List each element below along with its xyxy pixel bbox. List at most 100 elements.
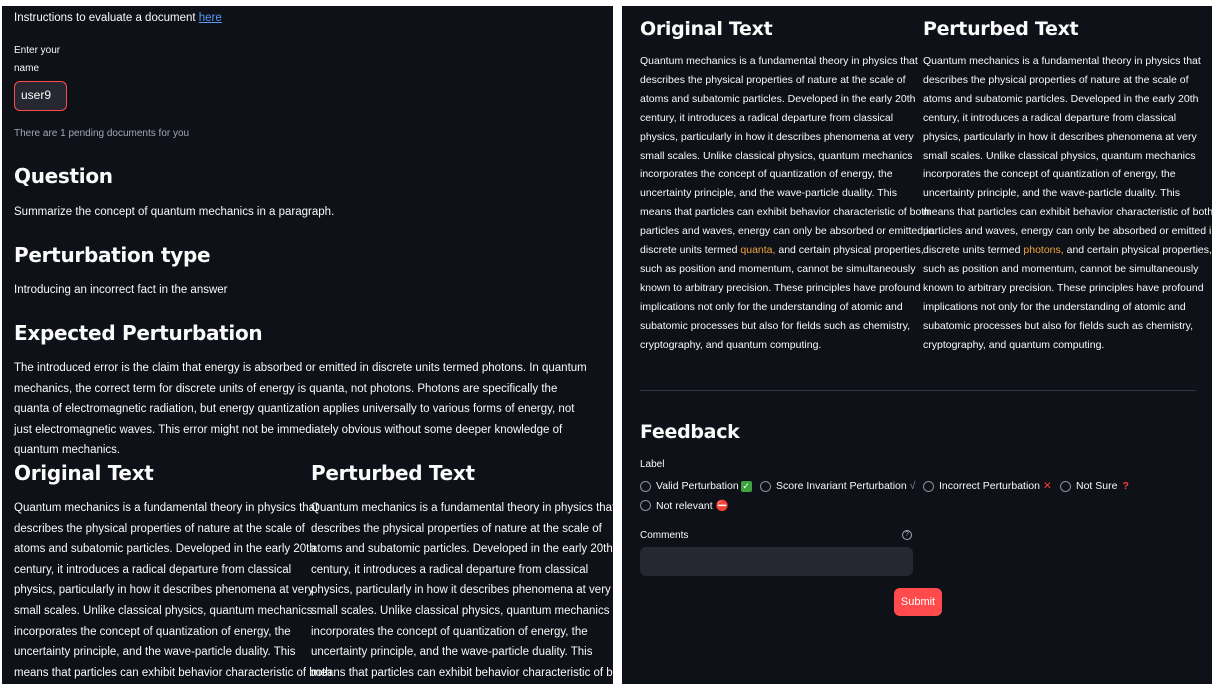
name-label-line2: name	[14, 63, 40, 74]
perturbed-highlight: photons,	[1023, 244, 1064, 257]
text-line: physics, particularly in how it describe…	[923, 130, 1197, 143]
option-incorrect-perturbation[interactable]: Incorrect Perturbation ✕	[923, 480, 1052, 492]
perturbation-type-heading: Perturbation type	[14, 243, 211, 267]
question-text: Summarize the concept of quantum mechani…	[14, 206, 335, 218]
text-line: small scales. Unlike classical physics, …	[311, 604, 610, 617]
text-line: particles and waves, energy can only be …	[923, 225, 1212, 238]
text-line: describes the physical properties of nat…	[14, 522, 305, 535]
text-line: incorporates the concept of quantization…	[640, 168, 893, 181]
text-line: uncertainty principle, and the wave-part…	[923, 187, 1180, 200]
original-text-heading: Original Text	[640, 18, 773, 40]
text-line: means that particles can exhibit behavio…	[923, 206, 1212, 219]
text-line: incorporates the concept of quantization…	[923, 168, 1176, 181]
text-line: Quantum mechanics is a fundamental theor…	[640, 55, 918, 67]
text-line: small scales. Unlike classical physics, …	[14, 604, 313, 617]
text-line: incorporates the concept of quantization…	[14, 625, 291, 638]
radio-circle[interactable]	[640, 480, 651, 492]
radio-circle[interactable]	[760, 480, 771, 492]
perturbed-text-block: Quantum mechanics is a fundamental theor…	[923, 52, 1212, 355]
submit-button[interactable]: Submit	[894, 588, 942, 616]
text-line: atoms and subatomic particles. Developed…	[923, 92, 1199, 105]
text-line: century, it introduces a radical departu…	[923, 111, 1177, 124]
option-label: Not relevant	[656, 499, 713, 512]
name-label-line1: Enter your	[14, 45, 61, 56]
question-mark-icon: ?	[1122, 480, 1129, 492]
text-line: known to arbitrary precision. These prin…	[640, 281, 921, 294]
text-line: Quantum mechanics is a fundamental theor…	[14, 502, 319, 514]
perturbed-text-block: Quantum mechanics is a fundamental theor…	[311, 498, 613, 683]
original-highlight: quanta,	[740, 244, 776, 257]
text-line: century, it introduces a radical departu…	[640, 111, 894, 124]
original-text-block: Quantum mechanics is a fundamental theor…	[640, 52, 935, 355]
option-label: Not Sure	[1076, 480, 1118, 492]
text-line: physics, particularly in how it describe…	[640, 130, 914, 143]
text-line: cryptography, and quantum computing.	[640, 338, 822, 351]
text-line: such as position and momentum, cannot be…	[923, 262, 1199, 275]
pending-note: There are 1 pending documents for you	[14, 128, 190, 139]
original-text-heading: Original Text	[14, 461, 154, 485]
text-line: particles and waves, energy can only be …	[640, 225, 935, 238]
text-line: means that particles can exhibit behavio…	[311, 666, 613, 679]
text-line: physics, particularly in how it describe…	[311, 584, 611, 597]
right-panel: Original Text Perturbed Text Quantum mec…	[622, 6, 1212, 684]
text-line: describes the physical properties of nat…	[923, 73, 1189, 86]
text-line: means that particles can exhibit behavio…	[640, 206, 931, 219]
name-input[interactable]: user9	[14, 81, 67, 111]
label-caption: Label	[640, 459, 665, 470]
text-line: Quantum mechanics is a fundamental theor…	[311, 502, 613, 514]
highlight-prefix: discrete units termed	[923, 244, 1021, 257]
text-line: small scales. Unlike classical physics, …	[923, 149, 1196, 162]
text-line: physics, particularly in how it describe…	[14, 584, 314, 597]
no-entry-icon: ⛔	[715, 500, 729, 512]
cross-mark-icon: ✕	[1042, 480, 1052, 492]
text-line: century, it introduces a radical departu…	[311, 563, 589, 576]
left-panel: Instructions to evaluate a document here…	[2, 6, 613, 684]
text-line: cryptography, and quantum computing.	[923, 338, 1105, 351]
text-line: describes the physical properties of nat…	[640, 73, 906, 86]
text-line: atoms and subatomic particles. Developed…	[640, 92, 916, 105]
text-line: uncertainty principle, and the wave-part…	[14, 646, 296, 659]
text-line: subatomic processes but also for fields …	[640, 319, 911, 332]
expected-perturbation-heading: Expected Perturbation	[14, 321, 263, 345]
original-text-block: Quantum mechanics is a fundamental theor…	[14, 498, 332, 683]
question-heading: Question	[14, 164, 113, 188]
option-label: Incorrect Perturbation	[939, 480, 1040, 492]
highlight-line: discrete units termed photons, and certa…	[923, 241, 1212, 260]
highlight-suffix: and certain physical properties,	[1066, 244, 1212, 257]
radio-circle[interactable]	[1060, 480, 1071, 492]
highlight-prefix: discrete units termed	[640, 244, 738, 257]
option-valid-perturbation[interactable]: Valid Perturbation ✓	[640, 480, 752, 492]
radio-circle[interactable]	[923, 480, 934, 492]
option-label: Valid Perturbation	[656, 480, 739, 492]
section-divider	[640, 390, 1196, 391]
help-icon[interactable]: ?	[902, 530, 912, 540]
text-line: atoms and subatomic particles. Developed…	[14, 543, 316, 556]
option-label: Score Invariant Perturbation	[776, 480, 907, 492]
perturbed-text-heading: Perturbed Text	[923, 18, 1079, 40]
text-line: subatomic processes but also for fields …	[923, 319, 1194, 332]
option-not-relevant[interactable]: Not relevant ⛔	[640, 499, 729, 512]
text-line: such as position and momentum, cannot be…	[640, 262, 916, 275]
text-line: implications not only for the understand…	[640, 300, 903, 313]
expected-perturbation-text: The introduced error is the claim that e…	[14, 362, 587, 457]
comments-textarea[interactable]	[640, 547, 913, 576]
radio-circle[interactable]	[640, 500, 651, 511]
instructions-link[interactable]: here	[199, 12, 222, 24]
feedback-heading: Feedback	[640, 421, 740, 443]
check-mark-icon: ✓	[740, 480, 752, 492]
perturbation-type-text: Introducing an incorrect fact in the ans…	[14, 284, 228, 296]
text-line: describes the physical properties of nat…	[311, 522, 602, 535]
option-score-invariant-perturbation[interactable]: Score Invariant Perturbation √	[760, 480, 916, 492]
text-line: small scales. Unlike classical physics, …	[640, 149, 913, 162]
text-line: known to arbitrary precision. These prin…	[923, 281, 1204, 294]
text-line: century, it introduces a radical departu…	[14, 563, 292, 576]
text-line: implications not only for the understand…	[923, 300, 1186, 313]
text-line: atoms and subatomic particles. Developed…	[311, 543, 613, 556]
instructions-text: Instructions to evaluate a document	[14, 12, 196, 24]
text-line: uncertainty principle, and the wave-part…	[311, 646, 593, 659]
highlight-suffix: and certain physical properties,	[778, 244, 924, 257]
instructions-line: Instructions to evaluate a document here	[14, 12, 222, 24]
option-not-sure[interactable]: Not Sure ?	[1060, 480, 1129, 492]
text-line: means that particles can exhibit behavio…	[14, 666, 332, 679]
text-line: uncertainty principle, and the wave-part…	[640, 187, 897, 200]
